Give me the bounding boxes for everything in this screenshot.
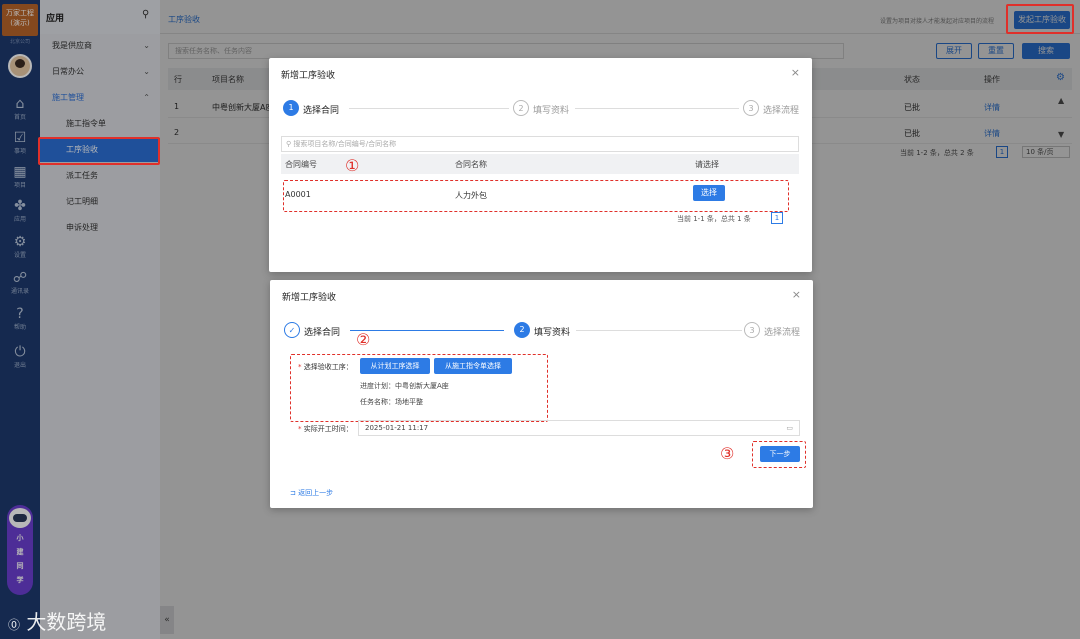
annotation-marker-3: ③ <box>720 444 735 463</box>
step-line <box>575 108 739 109</box>
step-1-label: 选择合同 <box>304 328 341 338</box>
step-line <box>350 330 504 331</box>
modal-title: 新增工序验收 <box>281 71 336 81</box>
contract-pagination-page[interactable]: 1 <box>771 212 783 224</box>
start-time-input[interactable]: 2025-01-21 11:17 ▭ <box>358 420 800 436</box>
step-1-label: 选择合同 <box>303 106 340 116</box>
annotation-box-process <box>290 354 548 422</box>
calendar-icon: ▭ <box>786 424 793 432</box>
contract-search-input[interactable]: ⚲ 搜索项目名称/合同编号/合同名称 <box>281 136 799 152</box>
step-2-label: 填写资料 <box>534 328 571 338</box>
step-line <box>576 330 742 331</box>
step-line <box>349 108 509 109</box>
modal-fill-info: 新增工序验收 × ✓ 选择合同 2 填写资料 3 选择流程 * 选择验收工序： … <box>270 280 813 508</box>
watermark-logo: ⓪ 大数跨境 <box>8 606 106 635</box>
annotation-marker-1: ① <box>345 156 360 175</box>
step-2-icon: 2 <box>514 322 530 338</box>
modal-select-contract: 新增工序验收 × 1 选择合同 2 填写资料 3 选择流程 ⚲ 搜索项目名称/合… <box>269 58 812 272</box>
step-2-icon: 2 <box>513 100 529 116</box>
step-3-label: 选择流程 <box>764 328 801 338</box>
watermark-badge-icon: ⓪ <box>8 618 21 632</box>
step-1-icon: 1 <box>283 100 299 116</box>
step-3-label: 选择流程 <box>763 106 800 116</box>
step-3-icon: 3 <box>744 322 760 338</box>
annotation-marker-2: ② <box>356 330 371 349</box>
start-time-label: * 实际开工时间： <box>298 425 353 433</box>
step-3-icon: 3 <box>743 100 759 116</box>
step-1-done-icon: ✓ <box>284 322 300 338</box>
annotation-box-row <box>283 180 789 212</box>
close-icon[interactable]: × <box>791 66 800 79</box>
step-2-label: 填写资料 <box>533 106 570 116</box>
sidebar-dim-overlay <box>0 0 160 639</box>
close-icon[interactable]: × <box>792 288 801 301</box>
contract-pagination-summary: 当前 1-1 条，总共 1 条 <box>677 215 751 223</box>
back-link[interactable]: ⊐ 返回上一步 <box>290 488 333 498</box>
return-icon: ⊐ <box>290 489 299 497</box>
watermark-text: 大数跨境 <box>26 610 107 634</box>
annotation-box-start <box>1006 4 1074 34</box>
modal-title: 新增工序验收 <box>282 293 337 303</box>
annotation-box-sidebar <box>38 137 160 165</box>
annotation-box-next <box>752 441 806 468</box>
